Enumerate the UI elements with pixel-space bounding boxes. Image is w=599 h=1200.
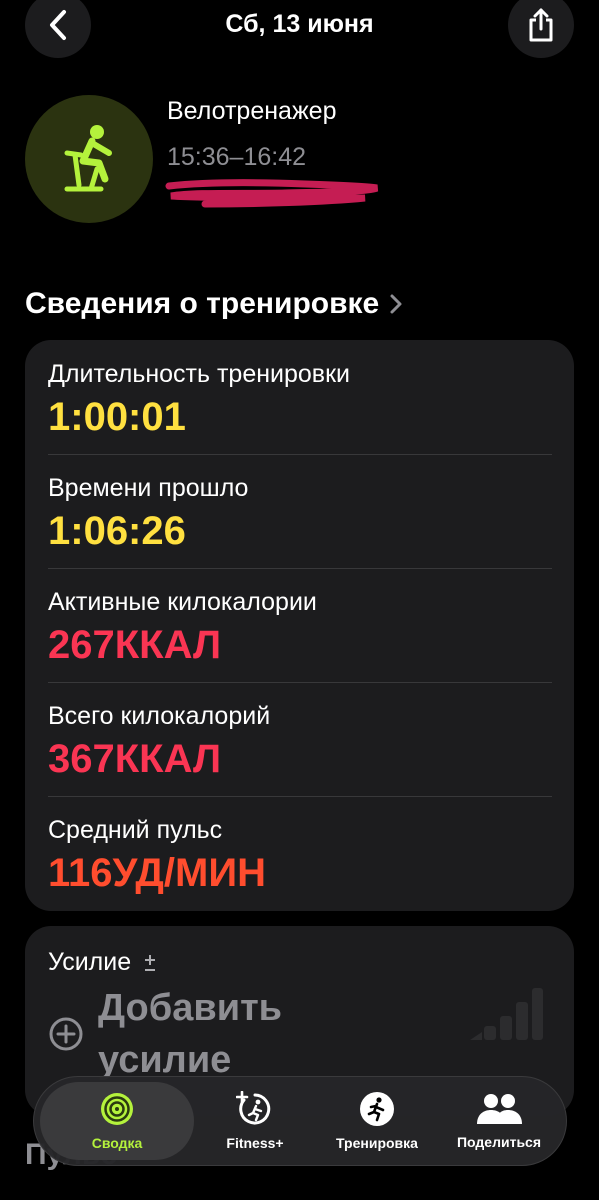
workout-details-header[interactable]: Сведения о тренировке (25, 287, 403, 321)
fitness-plus-icon (236, 1091, 271, 1125)
add-effort-button[interactable]: Добавить усилие (48, 982, 318, 1086)
tab-sharing[interactable]: Поделиться (438, 1082, 560, 1160)
chevron-right-icon (390, 294, 402, 314)
workout-type-icon (25, 95, 153, 223)
effort-label: Усилие (48, 948, 132, 976)
tab-label: Сводка (91, 1135, 143, 1151)
detail-row-avg-heart-rate: Средний пульс 116УД/МИН (25, 796, 574, 910)
running-figure-icon (360, 1092, 394, 1126)
add-effort-label: Добавить усилие (98, 987, 283, 1082)
redaction-scribble (165, 179, 379, 208)
indoor-cycle-icon (64, 125, 112, 192)
effort-label-row: Усилие (48, 948, 157, 977)
tab-label: Тренировка (336, 1135, 418, 1151)
tab-workout[interactable]: Тренировка (316, 1082, 438, 1160)
tab-fitness-plus[interactable]: Fitness+ (194, 1082, 316, 1160)
workout-details-card: Длительность тренировки 1:00:01 Времени … (25, 340, 574, 911)
workout-time-range: 15:36–16:42 (167, 143, 307, 171)
detail-value: 116УД/МИН (48, 851, 266, 895)
detail-row-active-calories: Активные килокалории 267ККАЛ (25, 568, 574, 682)
share-button[interactable] (508, 0, 574, 58)
detail-label: Всего килокалорий (48, 702, 271, 730)
tab-bar: Сводка Fitness+ Тренировка Поделиться (33, 1076, 567, 1166)
detail-value: 267ККАЛ (48, 623, 222, 667)
detail-value: 367ККАЛ (48, 737, 222, 781)
tab-label: Fitness+ (226, 1135, 284, 1151)
detail-value: 1:00:01 (48, 395, 186, 439)
detail-row-duration: Длительность тренировки 1:00:01 (25, 340, 574, 454)
plus-minus-icon (145, 954, 156, 971)
people-icon (477, 1094, 522, 1124)
detail-row-total-calories: Всего килокалорий 367ККАЛ (25, 682, 574, 796)
share-icon (529, 8, 553, 42)
workout-name: Велотренажер (167, 97, 337, 125)
effort-level-icon (470, 988, 543, 1040)
workout-details-title: Сведения о тренировке (25, 287, 380, 320)
tab-label: Поделиться (456, 1134, 542, 1150)
add-circle-icon (49, 1017, 83, 1051)
detail-label: Времени прошло (48, 474, 249, 502)
activity-rings-icon (101, 1093, 133, 1125)
detail-value: 1:06:26 (48, 509, 186, 553)
detail-label: Средний пульс (48, 816, 223, 844)
detail-label: Длительность тренировки (48, 360, 350, 388)
tab-summary[interactable]: Сводка (40, 1082, 194, 1160)
detail-label: Активные килокалории (48, 588, 317, 616)
detail-row-elapsed: Времени прошло 1:06:26 (25, 454, 574, 568)
